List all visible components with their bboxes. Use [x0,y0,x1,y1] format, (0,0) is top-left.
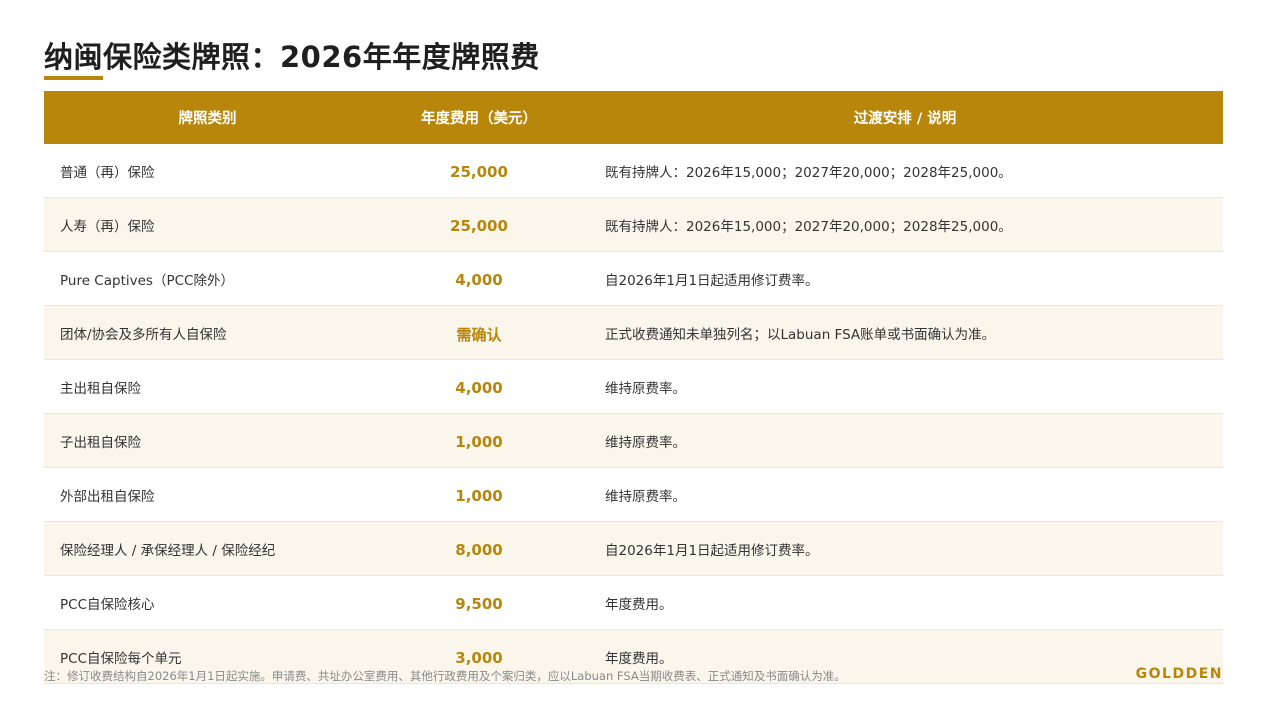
table-row: 主出租自保险 4,000 维持原费率。 [44,359,1223,414]
cell-note: 正式收费通知未单独列名；以Labuan FSA账单或书面确认为准。 [587,305,1223,360]
cell-category: PCC自保险核心 [44,575,371,630]
footnote: 注：修订收费结构自2026年1月1日起实施。申请费、共址办公室费用、其他行政费用… [44,669,846,683]
cell-note: 维持原费率。 [587,467,1223,522]
table-row: 外部出租自保险 1,000 维持原费率。 [44,467,1223,522]
cell-fee: 1,000 [371,467,587,522]
table-row: 人寿（再）保险 25,000 既有持牌人：2026年15,000；2027年20… [44,197,1223,252]
table-row: Pure Captives（PCC除外） 4,000 自2026年1月1日起适用… [44,251,1223,306]
brand-logo: GOLDDEN [1135,666,1223,682]
cell-fee: 25,000 [371,144,587,198]
cell-category: Pure Captives（PCC除外） [44,251,371,306]
table-row: 普通（再）保险 25,000 既有持牌人：2026年15,000；2027年20… [44,144,1223,198]
cell-note: 年度费用。 [587,575,1223,630]
cell-note: 既有持牌人：2026年15,000；2027年20,000；2028年25,00… [587,197,1223,252]
table-row: 团体/协会及多所有人自保险 需确认 正式收费通知未单独列名；以Labuan FS… [44,305,1223,360]
cell-category: 团体/协会及多所有人自保险 [44,305,371,360]
cell-category: 子出租自保险 [44,413,371,468]
table-row: 保险经理人 / 承保经理人 / 保险经纪 8,000 自2026年1月1日起适用… [44,521,1223,576]
cell-fee: 25,000 [371,197,587,252]
cell-fee: 4,000 [371,359,587,414]
table-row: 子出租自保险 1,000 维持原费率。 [44,413,1223,468]
cell-category: 普通（再）保险 [44,144,371,198]
cell-note: 维持原费率。 [587,359,1223,414]
cell-fee: 4,000 [371,251,587,306]
cell-category: 外部出租自保险 [44,467,371,522]
cell-fee: 9,500 [371,575,587,630]
cell-note: 既有持牌人：2026年15,000；2027年20,000；2028年25,00… [587,144,1223,198]
fee-table: 牌照类别 年度费用（美元） 过渡安排 / 说明 普通（再）保险 25,000 既… [44,91,1223,684]
header-category: 牌照类别 [44,91,371,144]
table-header-row: 牌照类别 年度费用（美元） 过渡安排 / 说明 [44,91,1223,144]
title-underline [44,76,103,80]
cell-note: 自2026年1月1日起适用修订费率。 [587,521,1223,576]
cell-note: 维持原费率。 [587,413,1223,468]
cell-category: 保险经理人 / 承保经理人 / 保险经纪 [44,521,371,576]
cell-fee: 需确认 [371,305,587,360]
cell-fee: 1,000 [371,413,587,468]
cell-fee: 8,000 [371,521,587,576]
cell-note: 自2026年1月1日起适用修订费率。 [587,251,1223,306]
page-title: 纳闽保险类牌照：2026年年度牌照费 [44,40,540,74]
header-note: 过渡安排 / 说明 [587,91,1223,144]
header-fee: 年度费用（美元） [371,91,587,144]
table-row: PCC自保险核心 9,500 年度费用。 [44,575,1223,630]
cell-category: 人寿（再）保险 [44,197,371,252]
cell-category: 主出租自保险 [44,359,371,414]
